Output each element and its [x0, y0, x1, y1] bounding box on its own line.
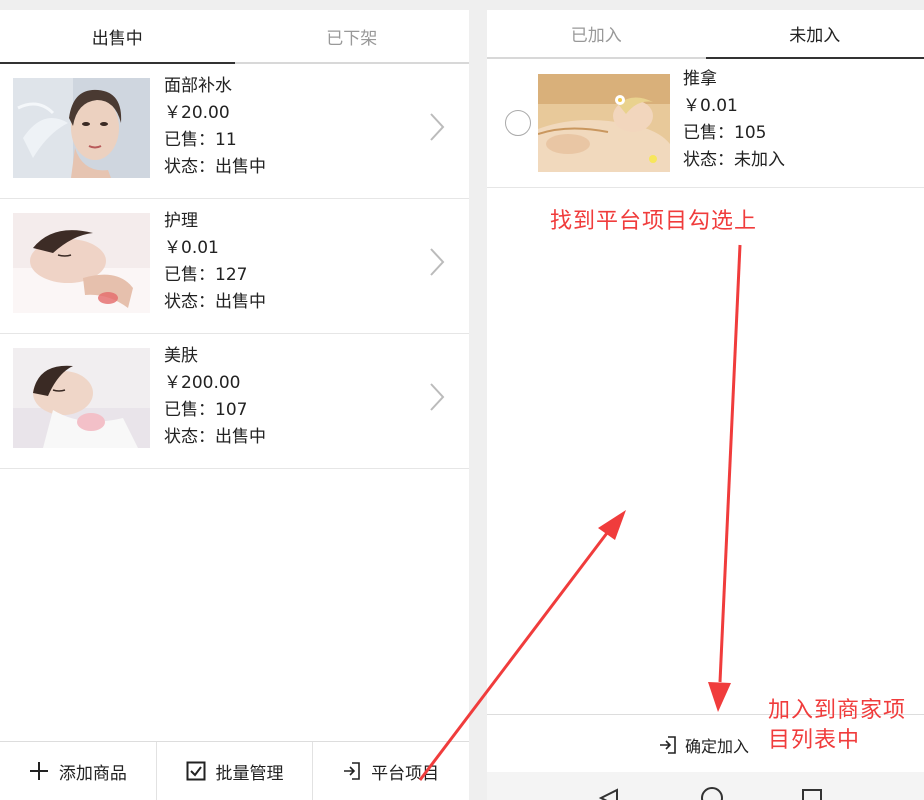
arrow-down-to-confirm	[708, 244, 742, 712]
annotation-arrows	[418, 244, 742, 781]
arrow-from-platform-button	[418, 510, 626, 781]
